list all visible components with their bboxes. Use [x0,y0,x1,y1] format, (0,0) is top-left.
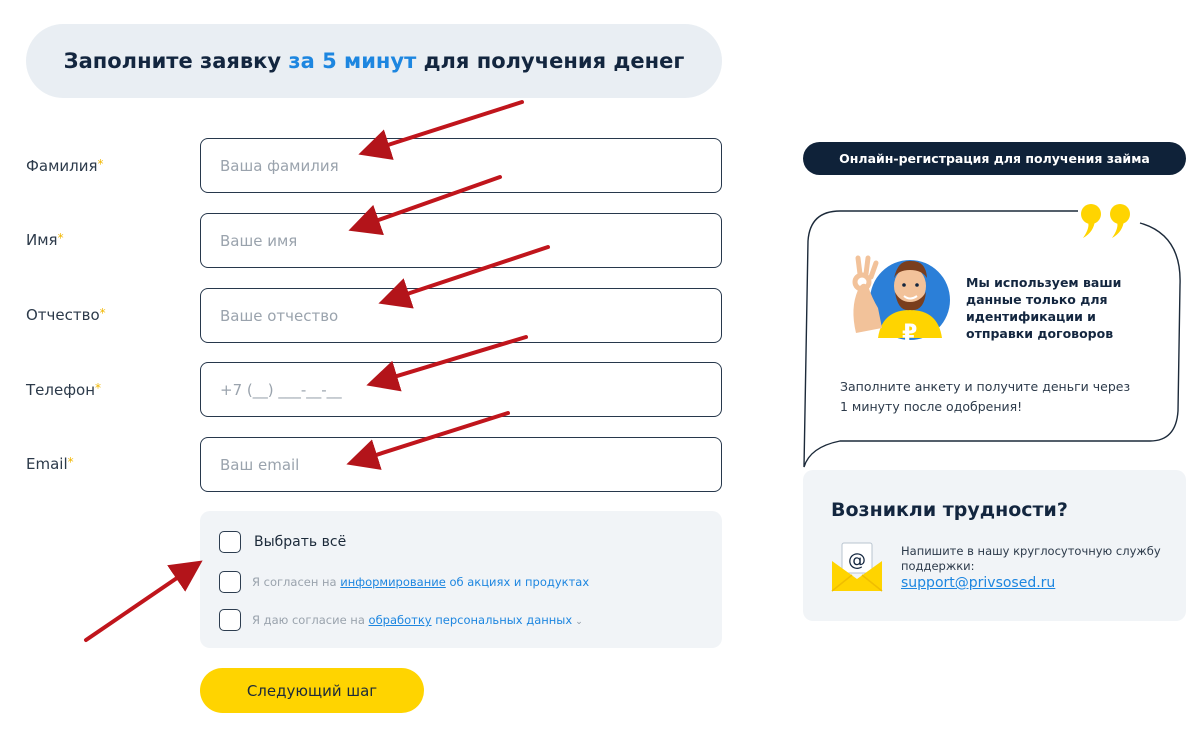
bubble-title: Мы используем ваши данные только для иде… [966,275,1122,341]
chevron-down-icon[interactable]: ⌄ [575,617,583,627]
bubble-text: Заполните анкету и получите деньги через… [840,379,1131,414]
title-text-before: Заполните заявку [63,49,289,73]
consent-info-label: Я согласен на информирование об акциях и… [252,575,590,589]
email-field[interactable] [200,437,722,492]
next-step-button[interactable]: Следующий шаг [200,668,424,713]
firstname-label: Имя* [26,231,64,249]
support-email-link[interactable]: support@privsosed.ru [901,575,1055,591]
quote-icon [1081,204,1130,238]
svg-text:₽: ₽ [902,321,917,346]
firstname-field[interactable] [200,213,722,268]
consent-data-row[interactable]: Я даю согласие на обработку персональных… [219,609,583,631]
page-title: Заполните заявку за 5 минут для получени… [26,24,722,98]
consent-data-link[interactable]: обработку [369,613,432,627]
email-label: Email* [26,455,74,473]
select-all-label: Выбрать всё [254,534,347,550]
title-text-after: для получения денег [416,49,685,73]
help-text: Напишите в нашу круглосуточную службу по… [901,544,1161,573]
arrow-checkbox [84,560,203,642]
ruble-mascot-icon: ₽ [852,255,950,346]
mail-icon: @ [831,542,883,592]
lastname-field[interactable] [200,138,722,193]
patronymic-field[interactable] [200,288,722,343]
select-all-checkbox[interactable] [219,531,241,553]
consent-data-checkbox[interactable] [219,609,241,631]
help-title: Возникли трудности? [831,499,1068,521]
consent-box: Выбрать всё Я согласен на информирование… [200,511,722,648]
title-accent: за 5 минут [288,49,417,73]
consent-data-label: Я даю согласие на обработку персональных… [252,613,583,627]
phone-field[interactable] [200,362,722,417]
help-card: Возникли трудности? @ Напишите в нашу кр… [803,470,1186,621]
registration-label: Онлайн-регистрация для получения займа [803,142,1186,175]
select-all-row[interactable]: Выбрать всё [219,531,346,553]
consent-info-row[interactable]: Я согласен на информирование об акциях и… [219,571,589,593]
consent-info-link[interactable]: информирование [340,575,446,589]
consent-info-checkbox[interactable] [219,571,241,593]
svg-text:@: @ [848,550,866,571]
lastname-label: Фамилия* [26,157,104,175]
phone-label: Телефон* [26,381,102,399]
patronymic-label: Отчество* [26,306,106,324]
